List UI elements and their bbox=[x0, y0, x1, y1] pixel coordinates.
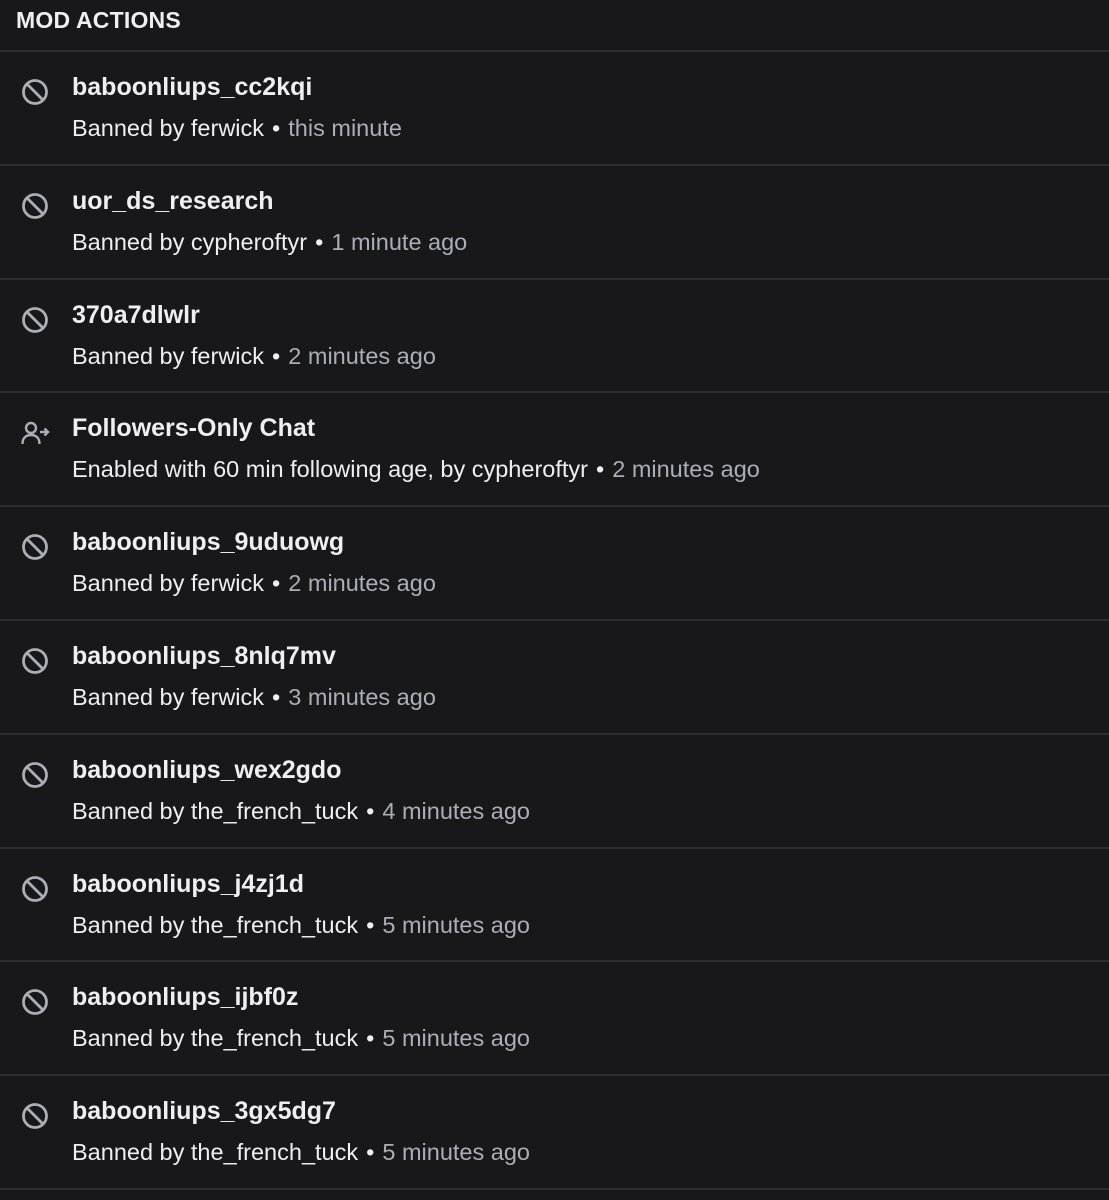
action-detail: Banned by the_french_tuck bbox=[72, 797, 359, 824]
ban-icon bbox=[19, 645, 51, 677]
separator-dot: • bbox=[366, 1139, 375, 1166]
action-detail-line: Banned by cypheroftyr • 1 minute ago bbox=[72, 228, 467, 256]
action-target: uor_ds_research bbox=[72, 186, 274, 215]
action-target: baboonliups_3gx5dg7 bbox=[72, 1097, 336, 1126]
action-time: 5 minutes ago bbox=[382, 1139, 530, 1166]
action-target: baboonliups_j4zj1d bbox=[72, 869, 304, 898]
ban-icon bbox=[19, 531, 51, 563]
action-detail-line: Banned by the_french_tuck • 4 minutes ago bbox=[72, 797, 530, 825]
mod-action-item[interactable]: baboonliups_j4zj1d Banned by the_french_… bbox=[0, 849, 1109, 963]
mod-action-item[interactable]: baboonliups_9uduowg Banned by ferwick • 2 … bbox=[0, 507, 1109, 621]
action-time: 2 minutes ago bbox=[288, 342, 436, 369]
action-time: 5 minutes ago bbox=[382, 1025, 530, 1052]
mod-action-item[interactable]: baboonliups_3gx5dg7 Banned by the_french… bbox=[0, 1076, 1109, 1190]
action-target: 370a7dlwlr bbox=[72, 300, 200, 329]
action-target: Followers-Only Chat bbox=[72, 414, 316, 443]
action-detail-line: Banned by ferwick • 3 minutes ago bbox=[72, 683, 436, 711]
action-time: 2 minutes ago bbox=[288, 570, 436, 597]
action-detail-line: Enabled with 60 min following age, by cy… bbox=[72, 455, 760, 483]
ban-icon bbox=[19, 1100, 51, 1132]
separator-dot: • bbox=[272, 683, 281, 710]
action-detail: Banned by ferwick bbox=[72, 342, 265, 369]
mod-action-item[interactable]: baboonliups_wex2gdo Banned by the_french… bbox=[0, 735, 1109, 849]
action-detail-line: Banned by the_french_tuck • 5 minutes ago bbox=[72, 1024, 530, 1052]
separator-dot: • bbox=[366, 797, 375, 824]
mod-action-item[interactable]: baboonliups_cc2kqi Banned by ferwick • thi… bbox=[0, 52, 1109, 166]
mod-action-item[interactable]: baboonliups_8nlq7mv Banned by ferwick • 3 … bbox=[0, 621, 1109, 735]
mod-action-item[interactable]: baboonliups_ijbf0z Banned by the_french_… bbox=[0, 962, 1109, 1077]
mod-action-item[interactable]: Followers-Only Chat Enabled with 60 min … bbox=[0, 393, 1109, 508]
separator-dot: • bbox=[272, 570, 281, 597]
action-detail: Banned by the_french_tuck bbox=[72, 1025, 359, 1052]
ban-icon bbox=[19, 190, 51, 222]
panel-title: MOD ACTIONS bbox=[16, 7, 181, 33]
action-time: 5 minutes ago bbox=[382, 911, 530, 938]
action-target: baboonliups_wex2gdo bbox=[72, 755, 342, 784]
action-detail-line: Banned by the_french_tuck • 5 minutes ago bbox=[72, 1138, 530, 1166]
action-time: 3 minutes ago bbox=[288, 683, 436, 710]
ban-icon bbox=[19, 76, 51, 108]
action-detail-line: Banned by the_french_tuck • 5 minutes ago bbox=[72, 911, 530, 939]
separator-dot: • bbox=[595, 456, 605, 483]
action-detail-line: Banned by ferwick • 2 minutes ago bbox=[72, 569, 436, 597]
ban-icon bbox=[19, 873, 51, 905]
action-time: 4 minutes ago bbox=[382, 797, 530, 824]
ban-icon bbox=[19, 759, 51, 791]
mod-action-list: baboonliups_cc2kqi Banned by ferwick • thi… bbox=[0, 52, 1109, 1190]
action-detail: Banned by ferwick bbox=[72, 683, 265, 710]
separator-dot: • bbox=[315, 228, 324, 255]
separator-dot: • bbox=[272, 115, 281, 141]
panel-header: MOD ACTIONS bbox=[0, 0, 1109, 52]
followers-icon bbox=[19, 417, 51, 449]
action-detail: Banned by ferwick bbox=[72, 115, 265, 141]
action-target: baboonliups_9uduowg bbox=[72, 528, 345, 557]
action-detail-line: Banned by ferwick • 2 minutes ago bbox=[72, 342, 436, 370]
action-detail: Enabled with 60 min following age, by cy… bbox=[72, 456, 588, 483]
separator-dot: • bbox=[272, 342, 281, 369]
mod-action-item[interactable]: uor_ds_research Banned by cypheroftyr • 1 … bbox=[0, 166, 1109, 280]
action-detail: Banned by the_french_tuck bbox=[72, 1139, 359, 1166]
mod-action-item[interactable]: 370a7dlwlr Banned by ferwick • 2 minutes a… bbox=[0, 280, 1109, 394]
action-detail: Banned by cypheroftyr bbox=[72, 228, 308, 255]
mod-actions-panel: MOD ACTIONS baboonliups_cc2kqi Banned by… bbox=[0, 0, 1109, 1200]
separator-dot: • bbox=[366, 1025, 375, 1052]
separator-dot: • bbox=[366, 911, 375, 938]
ban-icon bbox=[19, 986, 51, 1018]
action-target: baboonliups_8nlq7mv bbox=[72, 641, 336, 670]
action-target: baboonliups_cc2kqi bbox=[72, 73, 313, 101]
action-time: 2 minutes ago bbox=[612, 456, 760, 483]
ban-icon bbox=[19, 304, 51, 336]
action-time: this minute bbox=[288, 115, 402, 141]
action-time: 1 minute ago bbox=[331, 228, 468, 255]
action-detail-line: Banned by ferwick • this minute bbox=[72, 114, 402, 142]
action-detail: Banned by ferwick bbox=[72, 570, 265, 597]
action-target: baboonliups_ijbf0z bbox=[72, 983, 299, 1012]
action-detail: Banned by the_french_tuck bbox=[72, 911, 359, 938]
